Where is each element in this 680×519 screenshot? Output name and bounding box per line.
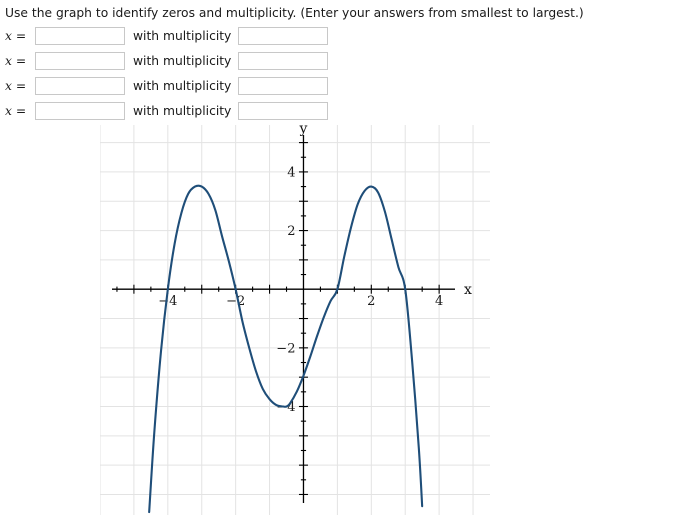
answer-rows: x = with multiplicity x = with multiplic…: [5, 25, 329, 125]
answer-row: x = with multiplicity: [5, 75, 329, 97]
multiplicity-input-4[interactable]: [238, 102, 329, 120]
multiplicity-label-3: with multiplicity: [133, 79, 232, 93]
answer-row: x = with multiplicity: [5, 100, 329, 122]
graph-svg: −4 −2 2 4−4−224 xy: [100, 125, 490, 515]
x-label: x =: [5, 54, 27, 68]
x-label: x =: [5, 79, 27, 93]
x-label: x =: [5, 29, 27, 43]
multiplicity-input-1[interactable]: [238, 27, 329, 45]
svg-text:4: 4: [435, 294, 443, 309]
svg-text:x: x: [464, 282, 472, 298]
x-label: x =: [5, 104, 27, 118]
multiplicity-label-2: with multiplicity: [133, 54, 232, 68]
svg-text:2: 2: [367, 294, 375, 309]
svg-text:y: y: [299, 125, 308, 137]
multiplicity-label-4: with multiplicity: [133, 104, 232, 118]
zero-input-1[interactable]: [35, 27, 125, 45]
svg-text:−2: −2: [226, 294, 245, 309]
polynomial-graph: −4 −2 2 4 −4 −2 2 4 xy: [100, 125, 490, 515]
zero-input-2[interactable]: [35, 52, 125, 70]
svg-text:2: 2: [287, 224, 295, 239]
zero-input-4[interactable]: [35, 102, 125, 120]
page-title: Use the graph to identify zeros and mult…: [5, 6, 584, 20]
svg-text:4: 4: [287, 165, 295, 180]
multiplicity-input-3[interactable]: [238, 77, 329, 95]
multiplicity-label-1: with multiplicity: [133, 29, 232, 43]
answer-row: x = with multiplicity: [5, 25, 329, 47]
svg-text:−2: −2: [276, 341, 295, 356]
zero-input-3[interactable]: [35, 77, 125, 95]
grid-lines: [100, 125, 490, 515]
answer-row: x = with multiplicity: [5, 50, 329, 72]
multiplicity-input-2[interactable]: [238, 52, 329, 70]
